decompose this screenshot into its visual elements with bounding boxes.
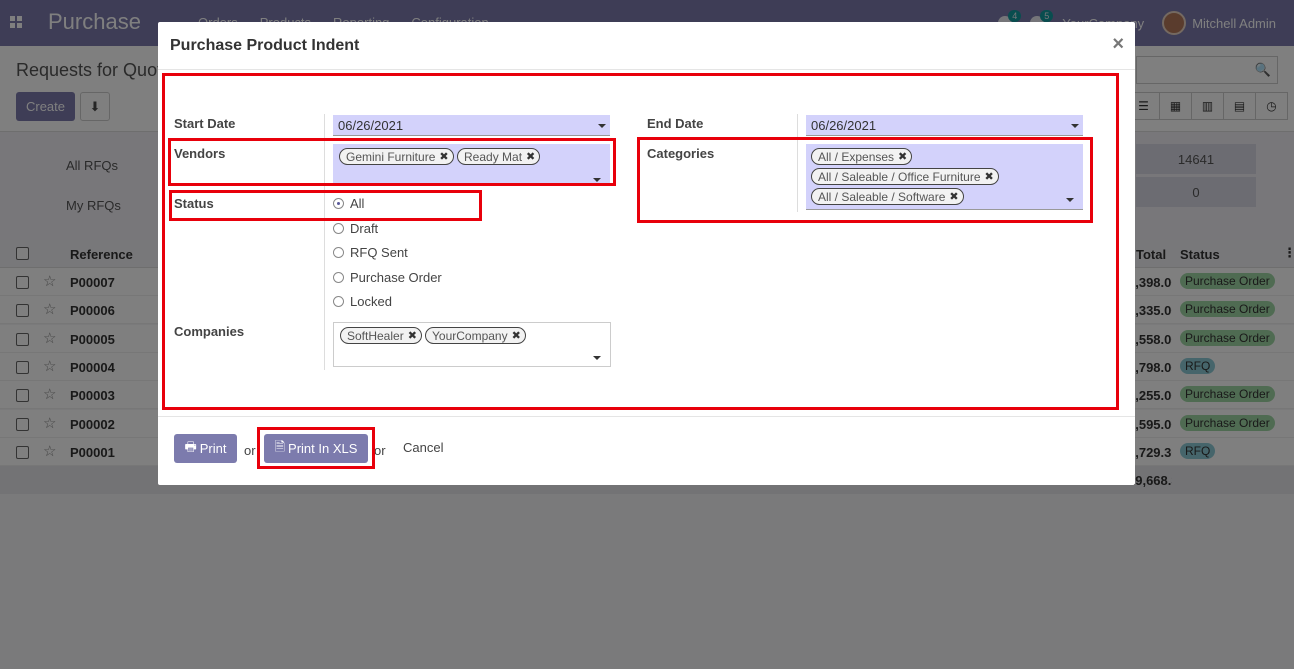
status-option-locked[interactable]: Locked xyxy=(333,294,392,309)
remove-tag-icon[interactable]: ✖ xyxy=(898,150,907,163)
print-button[interactable]: 🖶 Print xyxy=(174,434,237,463)
radio-button[interactable] xyxy=(333,223,344,234)
modal-title: Purchase Product Indent xyxy=(170,37,360,54)
cancel-button[interactable]: Cancel xyxy=(403,440,443,455)
categories-label: Categories xyxy=(647,146,715,161)
radio-button[interactable] xyxy=(333,247,344,258)
status-option-label: All xyxy=(350,196,365,211)
start-date-input[interactable]: 06/26/2021 xyxy=(333,115,610,136)
radio-button[interactable] xyxy=(333,296,344,307)
status-label: Status xyxy=(174,196,214,211)
company-tag: YourCompany ✖ xyxy=(425,327,526,344)
category-tag: All / Saleable / Software ✖ xyxy=(811,188,964,205)
start-date-value: 06/26/2021 xyxy=(338,118,404,133)
modal-header: Purchase Product Indent × xyxy=(158,22,1135,70)
chevron-down-icon xyxy=(593,178,601,182)
status-option-label: RFQ Sent xyxy=(350,245,408,260)
categories-field[interactable]: All / Expenses ✖ All / Saleable / Office … xyxy=(806,144,1083,210)
left-separator xyxy=(324,114,325,370)
end-date-label: End Date xyxy=(647,116,704,131)
radio-button[interactable] xyxy=(333,272,344,283)
status-option-label: Draft xyxy=(350,221,379,236)
end-date-value: 06/26/2021 xyxy=(811,118,877,133)
chevron-down-icon xyxy=(598,124,606,128)
vendors-field[interactable]: Gemini Furniture ✖ Ready Mat ✖ xyxy=(333,144,610,184)
category-tag: All / Expenses ✖ xyxy=(811,148,913,165)
chevron-down-icon xyxy=(1071,124,1079,128)
close-icon[interactable]: × xyxy=(1112,33,1124,56)
status-option-label: Purchase Order xyxy=(350,270,442,285)
print-xls-button[interactable]: 🗎 Print In XLS xyxy=(264,434,368,463)
radio-button[interactable] xyxy=(333,198,344,209)
status-option-all[interactable]: All xyxy=(333,196,364,211)
category-tag-label: All / Expenses xyxy=(818,149,895,164)
vendor-tag: Ready Mat ✖ xyxy=(457,148,541,165)
print-button-label: Print xyxy=(199,441,227,456)
company-tag-label: SoftHealer xyxy=(347,328,404,343)
category-tag-label: All / Saleable / Software xyxy=(818,189,946,204)
status-option-draft[interactable]: Draft xyxy=(333,221,378,236)
vendor-tag-label: Ready Mat xyxy=(464,149,523,164)
purchase-indent-dialog: Purchase Product Indent × Start Date 06/… xyxy=(158,22,1135,485)
chevron-down-icon xyxy=(593,356,601,360)
end-date-input[interactable]: 06/26/2021 xyxy=(806,115,1083,136)
status-option-rfq-sent[interactable]: RFQ Sent xyxy=(333,245,408,260)
file-excel-icon: 🗎 xyxy=(274,438,286,454)
company-tag: SoftHealer ✖ xyxy=(340,327,422,344)
print-xls-button-label: Print In XLS xyxy=(288,441,358,456)
companies-field[interactable]: SoftHealer ✖ YourCompany ✖ xyxy=(333,322,611,367)
remove-tag-icon[interactable]: ✖ xyxy=(985,170,994,183)
chevron-down-icon xyxy=(1066,198,1074,202)
remove-tag-icon[interactable]: ✖ xyxy=(408,329,417,342)
remove-tag-icon[interactable]: ✖ xyxy=(439,150,448,163)
status-option-label: Locked xyxy=(350,294,392,309)
category-tag: All / Saleable / Office Furniture ✖ xyxy=(811,168,999,185)
company-tag-label: YourCompany xyxy=(432,328,508,343)
or-separator: or xyxy=(374,443,386,458)
printer-icon: 🖶 xyxy=(184,438,197,454)
start-date-label: Start Date xyxy=(174,116,236,131)
status-option-purchase-order[interactable]: Purchase Order xyxy=(333,270,442,285)
right-separator xyxy=(797,114,798,212)
or-separator: or xyxy=(244,443,256,458)
remove-tag-icon[interactable]: ✖ xyxy=(512,329,521,342)
vendor-tag-label: Gemini Furniture xyxy=(346,149,436,164)
modal-footer: 🖶 Print or 🗎 Print In XLS or Cancel xyxy=(158,416,1135,485)
category-tag-label: All / Saleable / Office Furniture xyxy=(818,169,981,184)
remove-tag-icon[interactable]: ✖ xyxy=(949,190,958,203)
remove-tag-icon[interactable]: ✖ xyxy=(526,150,535,163)
companies-label: Companies xyxy=(174,324,245,339)
vendors-label: Vendors xyxy=(174,146,226,161)
vendor-tag: Gemini Furniture ✖ xyxy=(339,148,454,165)
